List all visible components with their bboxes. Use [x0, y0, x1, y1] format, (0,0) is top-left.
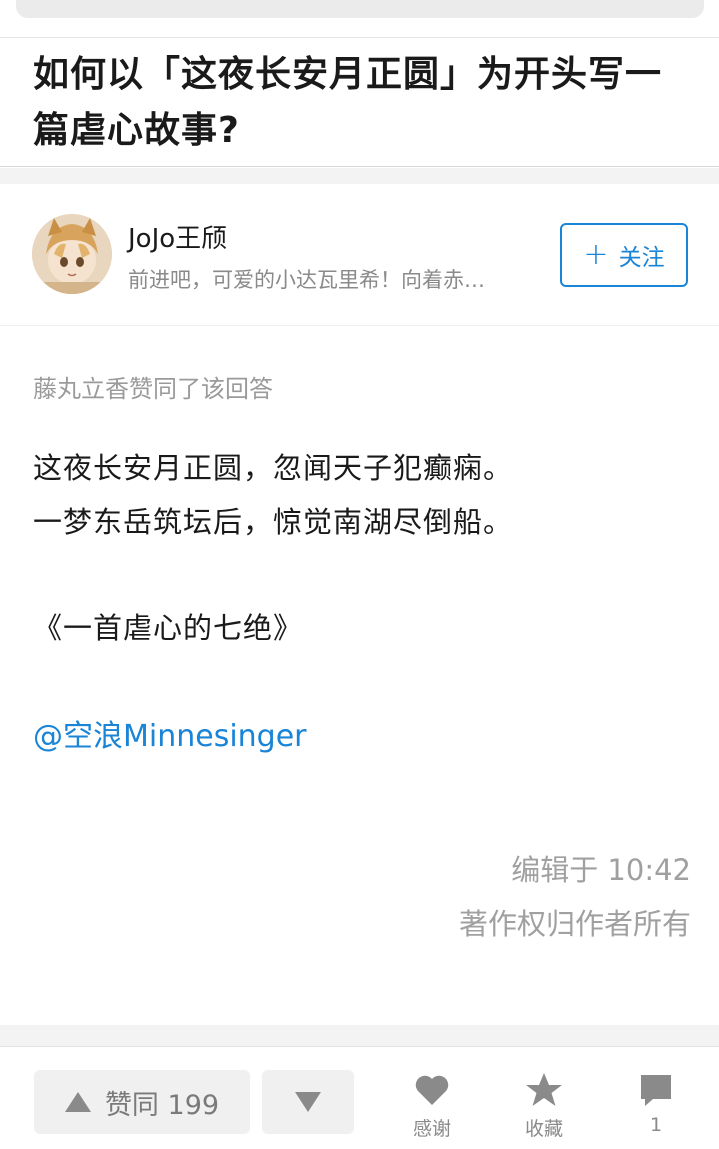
comment-button[interactable]: 1 — [621, 1070, 691, 1142]
action-bar: 赞同 199 感谢 收藏 1 — [0, 1048, 719, 1149]
avatar-illustration — [32, 214, 112, 294]
section-divider — [0, 1025, 719, 1047]
collect-button[interactable]: 收藏 — [509, 1070, 579, 1142]
answer-content: 藤丸立香赞同了该回答 这夜长安月正圆，忽闻天子犯癫痫。 一梦东岳筑坛后，惊觉南湖… — [0, 327, 719, 1025]
upvote-arrow-icon — [64, 1092, 91, 1112]
upvote-button[interactable]: 赞同 199 — [34, 1070, 250, 1134]
avatar[interactable] — [32, 214, 112, 294]
poem-title: 《一首虐心的七绝》 — [33, 611, 304, 645]
collect-label: 收藏 — [524, 1118, 563, 1140]
author-bio: 前进吧，可爱的小达瓦里希！向着赤… — [128, 268, 485, 292]
author-name[interactable]: JoJo王颀 — [128, 218, 227, 255]
poem-line: 这夜长安月正圆，忽闻天子犯癫痫。 — [33, 451, 514, 485]
top-bar — [0, 0, 719, 38]
follow-button[interactable]: + 关注 — [560, 223, 688, 287]
downvote-button[interactable] — [262, 1070, 354, 1134]
follow-label: 关注 — [618, 245, 665, 271]
user-mention-link[interactable]: @空浪Minnesinger — [33, 711, 307, 755]
author-card: JoJo王颀 前进吧，可爱的小达瓦里希！向着赤… + 关注 — [0, 184, 719, 326]
edit-time: 编辑于 10:42 — [511, 853, 691, 887]
star-icon — [525, 1070, 563, 1110]
upvote-label: 赞同 199 — [104, 1089, 220, 1121]
heart-icon — [414, 1070, 450, 1110]
upvoter-note: 藤丸立香赞同了该回答 — [33, 375, 273, 403]
comment-bubble-icon — [639, 1070, 673, 1110]
search-box[interactable] — [16, 0, 704, 18]
thanks-button[interactable]: 感谢 — [397, 1070, 467, 1142]
copyright-note: 著作权归作者所有 — [458, 907, 691, 941]
downvote-arrow-icon — [295, 1092, 321, 1112]
question-header: 如何以「这夜长安月正圆」为开头写一篇虐心故事? — [0, 39, 719, 167]
question-title[interactable]: 如何以「这夜长安月正圆」为开头写一篇虐心故事? — [33, 47, 693, 159]
poem-line: 一梦东岳筑坛后，惊觉南湖尽倒船。 — [33, 505, 514, 539]
comment-count: 1 — [649, 1114, 663, 1136]
plus-icon: + — [583, 237, 609, 272]
thanks-label: 感谢 — [412, 1118, 451, 1140]
section-divider — [0, 168, 719, 184]
